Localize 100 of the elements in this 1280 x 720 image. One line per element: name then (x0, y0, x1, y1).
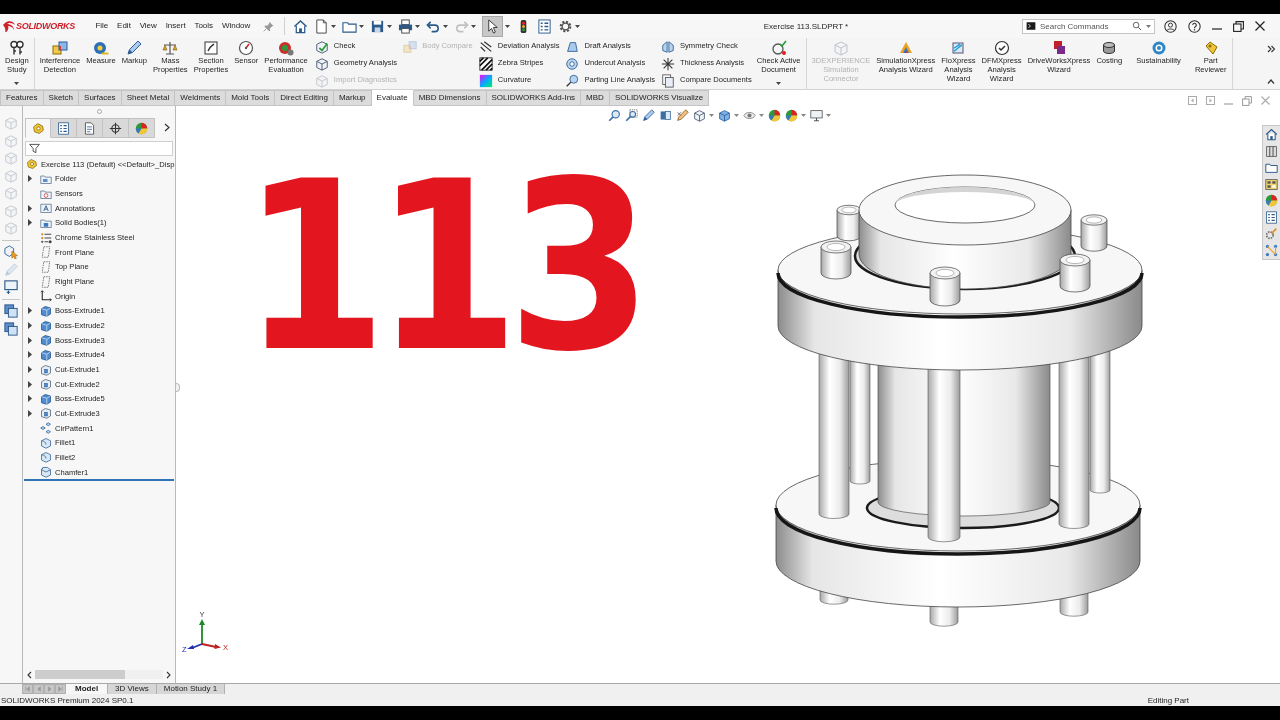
list-icon[interactable] (1265, 210, 1278, 224)
panel-tab[interactable] (77, 118, 103, 138)
home-icon[interactable] (1265, 128, 1278, 141)
chevron-left-icon[interactable] (27, 670, 32, 679)
expand-arrow-icon[interactable] (28, 219, 32, 227)
caret-icon[interactable] (386, 24, 392, 28)
rollback-bar[interactable] (24, 479, 174, 482)
search-box[interactable]: Search Commands (1022, 18, 1155, 34)
horizontal-scrollbar[interactable] (25, 669, 173, 680)
cube-icon[interactable] (693, 109, 706, 122)
caret-icon[interactable] (470, 24, 476, 28)
menu-item[interactable]: Insert (161, 18, 191, 34)
pin-icon[interactable] (262, 20, 274, 32)
tab[interactable]: SOLIDWORKS Add-Ins (486, 90, 582, 106)
expand-arrow-icon[interactable] (28, 410, 32, 417)
magnifier-icon[interactable] (608, 109, 621, 122)
list-icon[interactable] (536, 18, 552, 34)
menu-item[interactable]: File (91, 18, 113, 34)
network-icon[interactable] (1265, 243, 1278, 257)
caret-icon[interactable] (574, 24, 580, 28)
tile-right-icon[interactable] (1206, 96, 1215, 105)
restore-icon[interactable] (1233, 20, 1244, 32)
cube-icon[interactable] (718, 109, 731, 122)
expand-arrow-icon[interactable] (28, 380, 32, 388)
menu-item[interactable]: View (135, 18, 162, 34)
library-icon[interactable] (1265, 144, 1278, 158)
chevron-up-icon[interactable] (1267, 79, 1275, 84)
expand-arrow-icon[interactable] (28, 351, 32, 359)
caret-icon[interactable] (504, 24, 510, 28)
chamfer-icon (40, 466, 52, 479)
color-ball-icon[interactable] (785, 109, 798, 122)
eye-icon[interactable] (743, 109, 756, 122)
panel-tab[interactable] (51, 118, 77, 138)
document-icon[interactable] (313, 18, 329, 34)
grip-icon[interactable] (96, 108, 102, 114)
palette-icon[interactable] (1265, 177, 1278, 191)
settings-icon[interactable] (557, 18, 573, 34)
tile-left-icon[interactable] (1188, 96, 1197, 105)
double-chevron-icon[interactable] (1267, 45, 1275, 53)
asterisk-icon (660, 56, 675, 71)
monitor-icon[interactable] (4, 280, 18, 294)
monitor-icon[interactable] (810, 109, 823, 122)
color-ball-icon[interactable] (1265, 194, 1278, 207)
close-icon[interactable] (1255, 21, 1265, 31)
window-title: Exercise 113.SLDPRT * (763, 21, 849, 31)
tab[interactable]: Features (0, 90, 44, 106)
squares-icon (1051, 40, 1067, 56)
expand-arrow-icon[interactable] (28, 395, 32, 403)
tab[interactable]: Mold Tools (226, 90, 276, 106)
filter-field[interactable] (25, 141, 173, 156)
pen-icon[interactable] (642, 109, 655, 122)
caret-icon[interactable] (330, 24, 336, 28)
plane-icon (40, 260, 52, 273)
gear-pen-icon[interactable] (1265, 227, 1278, 240)
status-text: SOLIDWORKS Premium 2024 SP0.1 (1, 695, 134, 705)
expand-arrow-icon[interactable] (28, 336, 32, 344)
tab[interactable]: Sheet Metal (121, 90, 176, 106)
caret-icon[interactable] (358, 24, 364, 28)
home-icon[interactable] (292, 18, 308, 34)
printer-icon[interactable] (397, 18, 413, 34)
magnifier-box-icon[interactable] (625, 109, 638, 122)
caret-icon[interactable] (414, 24, 420, 28)
part-icon (31, 121, 45, 135)
menu-item[interactable]: Window (217, 18, 255, 34)
stacked-squares-icon[interactable] (4, 321, 18, 336)
tab[interactable]: Surfaces (79, 90, 122, 106)
pen-icon[interactable] (676, 109, 689, 122)
tab[interactable]: Sketch (43, 90, 80, 106)
cube-pointer-icon[interactable] (4, 245, 18, 259)
tab[interactable]: Markup (333, 90, 372, 106)
caret-icon[interactable] (776, 82, 782, 85)
expand-arrow-icon[interactable] (28, 204, 32, 212)
chevron-right-icon[interactable] (166, 670, 171, 679)
expand-arrow-icon[interactable] (28, 322, 32, 330)
caret-icon[interactable] (442, 24, 448, 28)
splitter-handle[interactable] (176, 383, 180, 392)
tab[interactable]: MBD (581, 90, 610, 106)
extrude-icon (40, 392, 52, 405)
menu-item[interactable]: Edit (112, 18, 136, 34)
color-ball-icon[interactable] (768, 109, 781, 122)
expand-arrow-icon[interactable] (28, 307, 32, 315)
split-box-icon[interactable] (659, 109, 672, 122)
user-icon[interactable] (1164, 19, 1177, 33)
folder-icon[interactable] (1265, 161, 1278, 174)
stacked-squares-icon[interactable] (4, 304, 18, 318)
help-icon[interactable] (1188, 19, 1201, 33)
search-icon[interactable] (1132, 21, 1142, 31)
caret-icon[interactable] (14, 82, 20, 85)
expand-arrow-icon[interactable] (28, 366, 32, 373)
tab[interactable]: MBD Dimensions (413, 90, 487, 106)
menu-item[interactable]: Tools (190, 18, 218, 34)
chevron-right-icon[interactable] (164, 123, 170, 132)
expand-arrow-icon[interactable] (28, 175, 32, 183)
caret-icon[interactable] (1146, 24, 1151, 28)
tab[interactable]: Weldments (175, 90, 227, 106)
tab[interactable]: Direct Editing (275, 90, 334, 106)
search-field[interactable]: Search Commands (1040, 19, 1128, 33)
panel-tab[interactable] (103, 118, 129, 138)
filter-icon[interactable] (29, 143, 40, 154)
tab[interactable]: SOLIDWORKS Visualize (609, 90, 710, 106)
